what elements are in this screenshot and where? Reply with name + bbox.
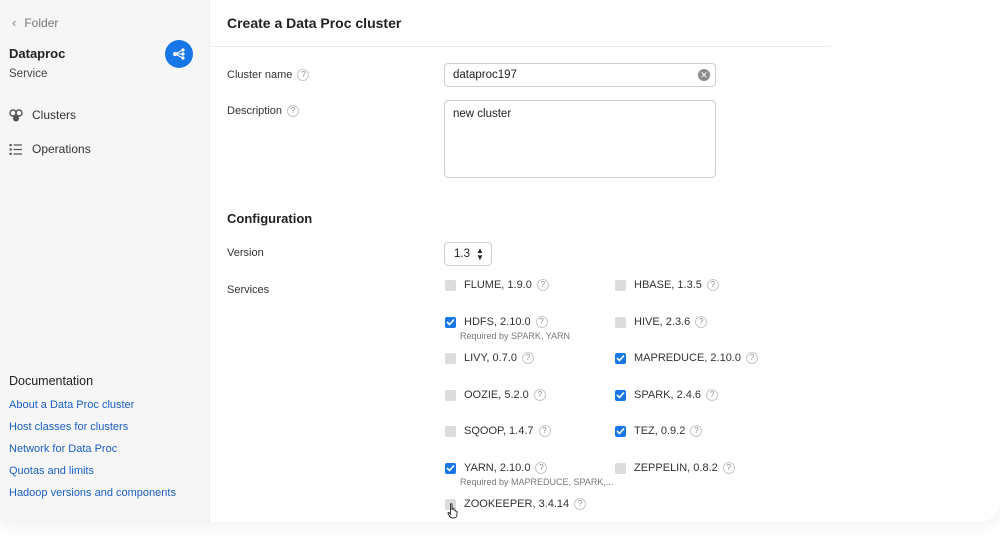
operations-icon: [9, 142, 23, 156]
service-label: TEZ, 0.9.2: [634, 425, 686, 437]
help-icon[interactable]: ?: [690, 425, 703, 437]
help-icon[interactable]: ?: [522, 352, 535, 364]
configuration-heading: Configuration: [227, 211, 313, 226]
help-icon[interactable]: ?: [695, 316, 708, 328]
field-label: Description: [227, 105, 283, 117]
service-requirement-note: Required by MAPREDUCE, SPARK,...: [460, 477, 614, 487]
field-label: Services: [227, 284, 270, 296]
service-subtitle: Service: [9, 68, 48, 80]
service-label: ZEPPELIN, 0.8.2: [634, 462, 718, 474]
service-checkbox-oozie[interactable]: OOZIE, 5.2.0 ?: [445, 389, 546, 401]
service-label: SPARK, 2.4.6: [634, 389, 702, 401]
help-icon[interactable]: ?: [287, 105, 300, 117]
checkbox-checked-icon: [615, 425, 626, 437]
service-checkbox-zeppelin[interactable]: ZEPPELIN, 0.8.2 ?: [615, 462, 735, 474]
checkbox-checked-icon: [445, 316, 456, 328]
help-icon[interactable]: ?: [722, 462, 735, 474]
services-label: Services: [227, 284, 269, 296]
main-content: Create a Data Proc cluster Cluster name …: [211, 0, 1000, 522]
service-checkbox-hbase[interactable]: HBASE, 1.3.5 ?: [615, 279, 719, 291]
help-icon[interactable]: ?: [745, 352, 758, 364]
doc-link-quotas[interactable]: Quotas and limits: [9, 465, 94, 477]
page-title: Create a Data Proc cluster: [227, 15, 402, 31]
service-label: MAPREDUCE, 2.10.0: [634, 352, 741, 364]
service-label: OOZIE, 5.2.0: [464, 389, 529, 401]
checkbox-checked-icon: [445, 462, 456, 474]
sidebar: ‹ Folder Dataproc Service Clusters Opera…: [0, 0, 210, 522]
checkbox-icon: [445, 425, 456, 437]
service-checkbox-yarn[interactable]: YARN, 2.10.0 ?: [445, 462, 548, 474]
service-label: ZOOKEEPER, 3.4.14: [464, 498, 570, 510]
service-checkbox-livy[interactable]: LIVY, 0.7.0 ?: [445, 352, 535, 364]
cluster-name-value: dataproc197: [453, 69, 517, 81]
clear-icon[interactable]: ✕: [698, 69, 710, 81]
service-label: HBASE, 1.3.5: [634, 279, 702, 291]
service-label: FLUME, 1.9.0: [464, 279, 532, 291]
service-checkbox-zookeeper[interactable]: ZOOKEEPER, 3.4.14 ?: [445, 498, 587, 510]
doc-link-about[interactable]: About a Data Proc cluster: [9, 399, 134, 411]
sidebar-item-label: Operations: [32, 142, 91, 156]
service-requirement-note: Required by SPARK, YARN: [460, 331, 571, 341]
help-icon[interactable]: ?: [706, 389, 719, 401]
checkbox-icon: [445, 389, 456, 401]
service-checkbox-spark[interactable]: SPARK, 2.4.6 ?: [615, 389, 719, 401]
clusters-icon: [9, 108, 23, 122]
description-textarea[interactable]: new cluster: [444, 100, 716, 178]
checkbox-icon: [615, 462, 626, 474]
description-value: new cluster: [453, 108, 512, 120]
doc-link-host-classes[interactable]: Host classes for clusters: [9, 421, 128, 433]
help-icon[interactable]: ?: [538, 425, 551, 437]
help-icon[interactable]: ?: [297, 69, 310, 81]
help-icon[interactable]: ?: [574, 498, 587, 510]
help-icon[interactable]: ?: [536, 279, 549, 291]
checkbox-checked-icon: [615, 352, 626, 364]
app-window: ‹ Folder Dataproc Service Clusters Opera…: [0, 0, 1000, 522]
service-title: Dataproc: [9, 46, 66, 61]
version-label: Version: [227, 247, 264, 259]
service-label: YARN, 2.10.0: [464, 462, 531, 474]
help-icon[interactable]: ?: [706, 279, 719, 291]
help-icon[interactable]: ?: [535, 316, 548, 328]
service-label: HDFS, 2.10.0: [464, 316, 531, 328]
hand-cursor-icon: [447, 503, 459, 522]
field-label: Cluster name: [227, 69, 293, 81]
service-checkbox-hdfs[interactable]: HDFS, 2.10.0 ?: [445, 316, 548, 328]
service-checkbox-hive[interactable]: HIVE, 2.3.6 ?: [615, 316, 708, 328]
help-icon[interactable]: ?: [533, 389, 546, 401]
service-label: LIVY, 0.7.0: [464, 352, 518, 364]
divider: [211, 46, 831, 47]
service-label: HIVE, 2.3.6: [634, 316, 691, 328]
sidebar-item-clusters[interactable]: Clusters: [9, 108, 76, 122]
version-select[interactable]: 1.3 ▲ ▼: [444, 242, 492, 266]
documentation-heading: Documentation: [9, 374, 94, 388]
cluster-name-label: Cluster name ?: [227, 69, 310, 81]
version-value: 1.3: [454, 248, 470, 260]
checkbox-icon: [615, 279, 626, 291]
help-icon[interactable]: ?: [535, 462, 548, 474]
checkbox-icon: [615, 316, 626, 328]
checkbox-icon: [445, 279, 456, 291]
doc-link-network[interactable]: Network for Data Proc: [9, 443, 117, 455]
service-checkbox-tez[interactable]: TEZ, 0.9.2 ?: [615, 425, 703, 437]
description-label: Description ?: [227, 105, 300, 117]
back-to-folder-link[interactable]: ‹ Folder: [12, 15, 58, 30]
chevron-left-icon: ‹: [12, 15, 17, 30]
checkbox-checked-icon: [615, 389, 626, 401]
sidebar-item-operations[interactable]: Operations: [9, 142, 91, 156]
doc-link-hadoop-versions[interactable]: Hadoop versions and components: [9, 487, 176, 499]
service-checkbox-mapreduce[interactable]: MAPREDUCE, 2.10.0 ?: [615, 352, 758, 364]
field-label: Version: [227, 247, 264, 259]
back-label: Folder: [24, 15, 59, 30]
service-checkbox-flume[interactable]: FLUME, 1.9.0 ?: [445, 279, 549, 291]
sidebar-item-label: Clusters: [32, 108, 77, 122]
cluster-name-input[interactable]: dataproc197 ✕: [444, 63, 716, 87]
checkbox-icon: [445, 352, 456, 364]
sort-arrows-icon: ▲ ▼: [476, 246, 484, 262]
dataproc-logo-icon: [165, 40, 193, 68]
service-label: SQOOP, 1.4.7: [464, 425, 534, 437]
service-checkbox-sqoop[interactable]: SQOOP, 1.4.7 ?: [445, 425, 551, 437]
